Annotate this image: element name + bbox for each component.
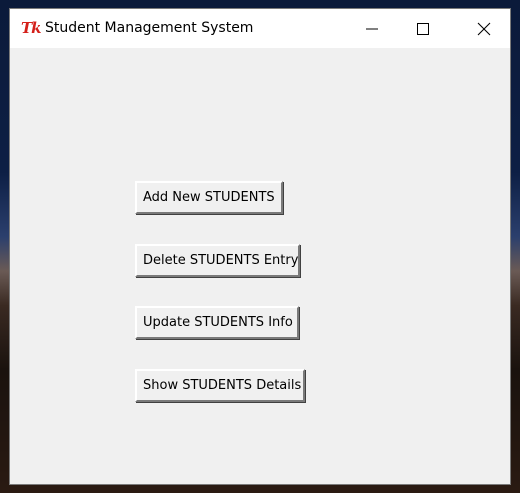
minimize-icon	[366, 28, 378, 30]
title-bar[interactable]: Tk Student Management System	[10, 9, 510, 48]
app-window: Tk Student Management System Add New STU…	[9, 8, 511, 485]
delete-student-button[interactable]: Delete STUDENTS Entry	[135, 244, 300, 277]
show-student-details-button[interactable]: Show STUDENTS Details	[135, 369, 305, 402]
window-title: Student Management System	[45, 20, 254, 36]
maximize-button[interactable]	[395, 9, 441, 48]
tk-icon[interactable]: Tk	[21, 19, 42, 37]
close-button[interactable]	[456, 9, 512, 48]
update-student-button[interactable]: Update STUDENTS Info	[135, 306, 299, 339]
desktop-background-right	[510, 0, 520, 493]
maximize-icon	[417, 23, 429, 35]
add-student-button[interactable]: Add New STUDENTS	[135, 181, 283, 214]
main-content: Add New STUDENTS Delete STUDENTS Entry U…	[10, 48, 510, 486]
close-icon	[477, 22, 491, 36]
minimize-button[interactable]	[349, 9, 395, 48]
